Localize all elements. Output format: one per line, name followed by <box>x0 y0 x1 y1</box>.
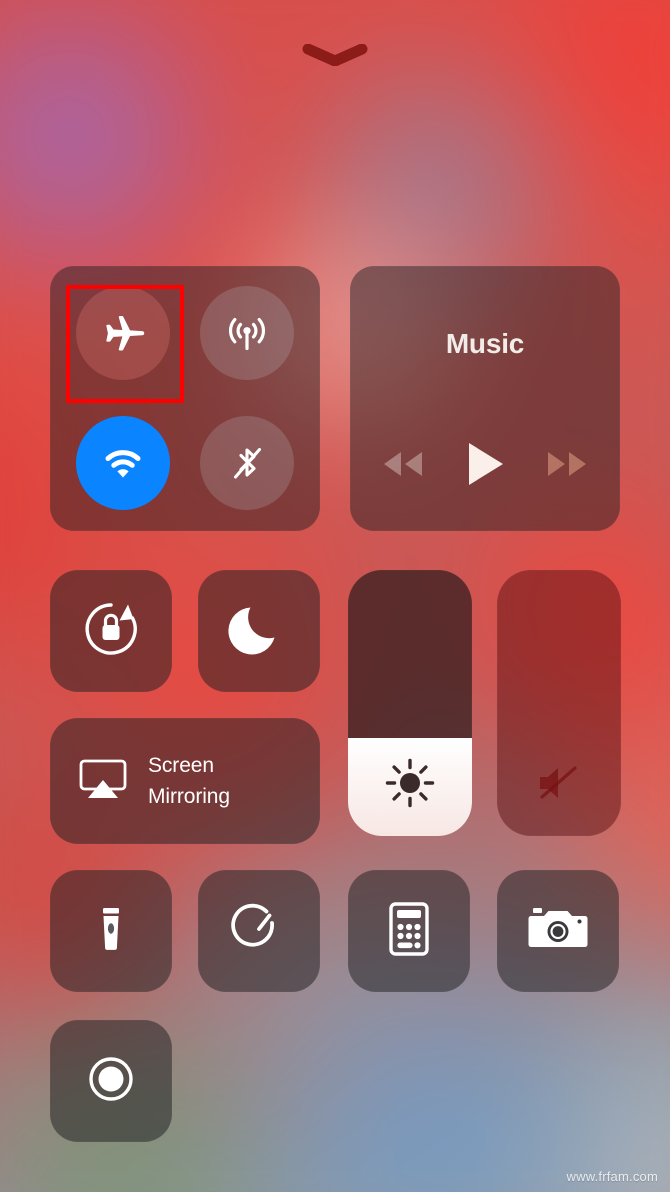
wifi-icon <box>97 437 149 489</box>
airplane-mode-button[interactable] <box>76 286 170 380</box>
watermark: www.frfam.com <box>566 1169 658 1184</box>
screen-mirroring-button[interactable]: Screen Mirroring <box>50 718 320 844</box>
sun-icon <box>348 752 472 814</box>
speaker-mute-icon <box>497 752 621 814</box>
brightness-fill <box>348 737 472 836</box>
calculator-button[interactable] <box>348 870 470 992</box>
camera-button[interactable] <box>497 870 619 992</box>
screen-mirroring-label: Screen Mirroring <box>148 750 230 813</box>
record-icon <box>80 1048 142 1115</box>
timer-button[interactable] <box>198 870 320 992</box>
screen-record-button[interactable] <box>50 1020 172 1142</box>
play-button[interactable] <box>454 438 516 494</box>
airplane-icon <box>98 308 148 358</box>
airplay-icon <box>76 755 130 808</box>
connectivity-module <box>50 266 320 531</box>
cellular-data-button[interactable] <box>200 286 294 380</box>
do-not-disturb-button[interactable] <box>198 570 320 692</box>
timer-icon <box>228 898 290 965</box>
previous-track-button[interactable] <box>372 438 434 494</box>
control-center-screen: Music Screen Mirroring www.frfam.com <box>0 0 670 1192</box>
wifi-button[interactable] <box>76 416 170 510</box>
volume-slider[interactable] <box>497 570 621 836</box>
screen-mirroring-label-line1: Screen <box>148 753 214 777</box>
fast-forward-icon <box>543 448 591 485</box>
rotation-lock-button[interactable] <box>50 570 172 692</box>
next-track-button[interactable] <box>536 438 598 494</box>
rotation-lock-icon <box>78 596 144 667</box>
bluetooth-slash-icon <box>221 437 273 489</box>
camera-icon <box>526 901 590 962</box>
bluetooth-button[interactable] <box>200 416 294 510</box>
music-title: Music <box>445 328 525 359</box>
play-icon <box>463 440 507 493</box>
calculator-icon <box>381 899 437 964</box>
cellular-antenna-icon <box>220 306 274 360</box>
brightness-slider[interactable] <box>348 570 472 836</box>
screen-mirroring-label-line2: Mirroring <box>148 785 230 808</box>
moon-icon <box>228 598 290 665</box>
music-module[interactable]: Music <box>350 266 620 531</box>
flashlight-button[interactable] <box>50 870 172 992</box>
flashlight-icon <box>81 899 141 964</box>
rewind-icon <box>379 448 427 485</box>
